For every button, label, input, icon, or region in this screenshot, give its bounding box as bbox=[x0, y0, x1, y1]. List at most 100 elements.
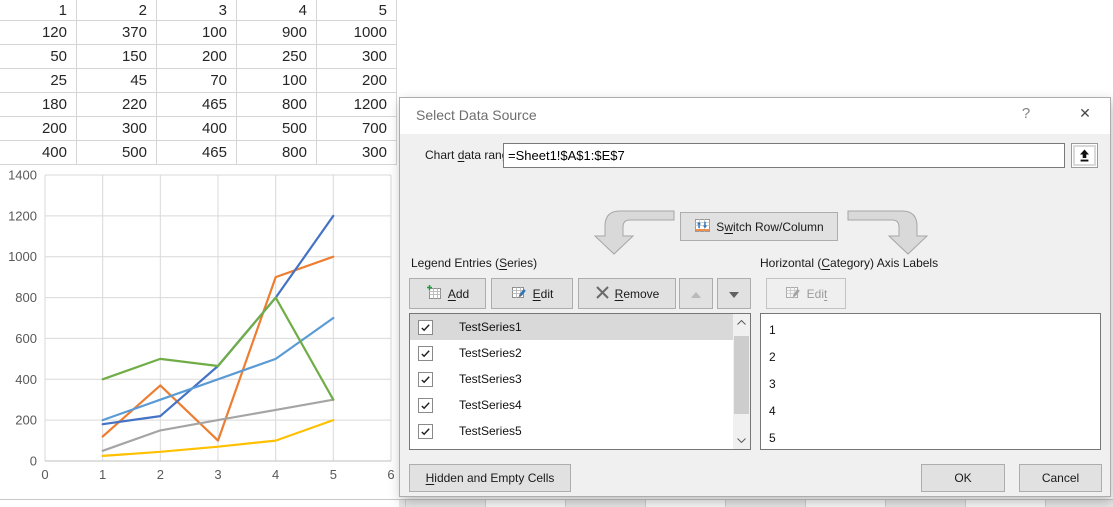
remove-series-label: Remove bbox=[615, 287, 660, 301]
add-series-button[interactable]: Add bbox=[409, 278, 486, 309]
svg-text:600: 600 bbox=[15, 331, 37, 346]
spreadsheet-cell[interactable]: 300 bbox=[317, 45, 397, 69]
spreadsheet-cell[interactable]: 100 bbox=[237, 69, 317, 93]
spreadsheet-cell[interactable]: 465 bbox=[157, 93, 237, 117]
spreadsheet-cell[interactable]: 400 bbox=[0, 141, 77, 165]
svg-text:0: 0 bbox=[30, 454, 37, 469]
spreadsheet-cell[interactable]: 100 bbox=[157, 21, 237, 45]
spreadsheet-cell[interactable]: 800 bbox=[237, 141, 317, 165]
spreadsheet-cell[interactable]: 250 bbox=[237, 45, 317, 69]
spreadsheet-cell[interactable]: 5 bbox=[317, 0, 397, 21]
spreadsheet-cell[interactable]: 200 bbox=[157, 45, 237, 69]
spreadsheet-cell[interactable]: 50 bbox=[0, 45, 77, 69]
legend-list-scrollbar[interactable] bbox=[733, 314, 750, 449]
switch-arrow-right-icon bbox=[847, 208, 932, 256]
cancel-button[interactable]: Cancel bbox=[1019, 464, 1102, 492]
hidden-and-empty-cells-button[interactable]: Hidden and Empty Cells bbox=[409, 464, 571, 492]
svg-text:0: 0 bbox=[41, 467, 48, 482]
edit-axis-labels-label: Edit bbox=[807, 287, 828, 301]
spreadsheet-cell[interactable]: 70 bbox=[157, 69, 237, 93]
spreadsheet-cell[interactable]: 25 bbox=[0, 69, 77, 93]
axis-labels-list: 12345 bbox=[760, 313, 1101, 450]
scrollbar-thumb[interactable] bbox=[734, 336, 749, 414]
svg-text:1: 1 bbox=[99, 467, 106, 482]
svg-text:5: 5 bbox=[330, 467, 337, 482]
close-button[interactable]: ✕ bbox=[1074, 105, 1096, 125]
move-series-down-button[interactable] bbox=[717, 278, 751, 309]
spreadsheet-cell[interactable]: 3 bbox=[157, 0, 237, 21]
legend-entry-row[interactable]: TestSeries3 bbox=[410, 366, 733, 392]
spreadsheet-cell[interactable]: 200 bbox=[317, 69, 397, 93]
remove-series-button[interactable]: Remove bbox=[578, 278, 676, 309]
spreadsheet-cell[interactable]: 200 bbox=[0, 117, 77, 141]
series-checkbox[interactable] bbox=[418, 346, 433, 361]
edit-series-label: Edit bbox=[533, 287, 554, 301]
spreadsheet-cell[interactable]: 1200 bbox=[317, 93, 397, 117]
ok-button[interactable]: OK bbox=[921, 464, 1005, 492]
spreadsheet-cell[interactable]: 2 bbox=[77, 0, 157, 21]
up-triangle-icon bbox=[691, 287, 701, 301]
series-checkbox[interactable] bbox=[418, 320, 433, 335]
spreadsheet-cell[interactable]: 1 bbox=[0, 0, 77, 21]
legend-entry-label: TestSeries5 bbox=[459, 424, 522, 438]
legend-entry-row[interactable]: TestSeries5 bbox=[410, 418, 733, 444]
dialog-titlebar[interactable]: Select Data Source ? ✕ bbox=[400, 98, 1110, 134]
svg-text:6: 6 bbox=[387, 467, 394, 482]
spreadsheet-cell[interactable]: 400 bbox=[157, 117, 237, 141]
axis-label-item[interactable]: 5 bbox=[761, 425, 1100, 452]
svg-text:1200: 1200 bbox=[8, 208, 37, 223]
svg-text:3: 3 bbox=[214, 467, 221, 482]
axis-label-item[interactable]: 2 bbox=[761, 344, 1100, 371]
legend-entry-label: TestSeries1 bbox=[459, 320, 522, 334]
spreadsheet-grid: 1234512037010090010005015020025030025457… bbox=[0, 0, 397, 165]
spreadsheet-cell[interactable]: 500 bbox=[77, 141, 157, 165]
series-checkbox[interactable] bbox=[418, 424, 433, 439]
spreadsheet-cell[interactable]: 220 bbox=[77, 93, 157, 117]
switch-row-column-button[interactable]: Switch Row/Column bbox=[680, 212, 838, 241]
scrollbar-down-icon[interactable] bbox=[733, 432, 750, 449]
embedded-line-chart[interactable]: 02004006008001000120014000123456 bbox=[0, 165, 400, 507]
spreadsheet-cell[interactable]: 370 bbox=[77, 21, 157, 45]
spreadsheet-cell[interactable]: 300 bbox=[317, 141, 397, 165]
edit-series-icon bbox=[511, 284, 528, 303]
legend-entry-label: TestSeries4 bbox=[459, 398, 522, 412]
move-series-up-button[interactable] bbox=[679, 278, 713, 309]
series-checkbox[interactable] bbox=[418, 398, 433, 413]
edit-series-button[interactable]: Edit bbox=[491, 278, 573, 309]
legend-entry-row[interactable]: TestSeries2 bbox=[410, 340, 733, 366]
svg-text:2: 2 bbox=[157, 467, 164, 482]
series-checkbox[interactable] bbox=[418, 372, 433, 387]
excel-screen: 1234512037010090010005015020025030025457… bbox=[0, 0, 1113, 507]
svg-text:200: 200 bbox=[15, 413, 37, 428]
scrollbar-up-icon[interactable] bbox=[733, 314, 750, 331]
svg-text:1000: 1000 bbox=[8, 249, 37, 264]
axis-label-item[interactable]: 4 bbox=[761, 398, 1100, 425]
legend-entry-row[interactable]: TestSeries4 bbox=[410, 392, 733, 418]
spreadsheet-cell[interactable]: 120 bbox=[0, 21, 77, 45]
select-data-source-dialog: Select Data Source ? ✕ Chart data range: bbox=[399, 97, 1111, 497]
chart-data-range-input[interactable] bbox=[503, 143, 1065, 168]
collapse-dialog-button[interactable] bbox=[1071, 143, 1098, 168]
switch-row-column-label: Switch Row/Column bbox=[716, 220, 823, 234]
legend-entry-row[interactable]: TestSeries1 bbox=[410, 314, 733, 340]
spreadsheet-cell[interactable]: 465 bbox=[157, 141, 237, 165]
spreadsheet-cell[interactable]: 300 bbox=[77, 117, 157, 141]
spreadsheet-cell[interactable]: 180 bbox=[0, 93, 77, 117]
spreadsheet-cell[interactable]: 900 bbox=[237, 21, 317, 45]
spreadsheet-cell[interactable]: 150 bbox=[77, 45, 157, 69]
spreadsheet-cell[interactable]: 500 bbox=[237, 117, 317, 141]
axis-label-item[interactable]: 3 bbox=[761, 371, 1100, 398]
svg-text:1400: 1400 bbox=[8, 168, 37, 183]
axis-label-item[interactable]: 1 bbox=[761, 317, 1100, 344]
help-button[interactable]: ? bbox=[1016, 105, 1036, 125]
spreadsheet-cell[interactable]: 800 bbox=[237, 93, 317, 117]
spreadsheet-cell[interactable]: 4 bbox=[237, 0, 317, 21]
spreadsheet-cell[interactable]: 700 bbox=[317, 117, 397, 141]
spreadsheet-cell[interactable]: 1000 bbox=[317, 21, 397, 45]
add-series-label: Add bbox=[448, 287, 469, 301]
legend-entry-label: TestSeries2 bbox=[459, 346, 522, 360]
spreadsheet-cell[interactable]: 45 bbox=[77, 69, 157, 93]
legend-entries-list: TestSeries1 TestSeries2 TestSeries3 TestSer… bbox=[409, 313, 751, 450]
svg-text:400: 400 bbox=[15, 372, 37, 387]
add-series-icon bbox=[426, 284, 443, 303]
